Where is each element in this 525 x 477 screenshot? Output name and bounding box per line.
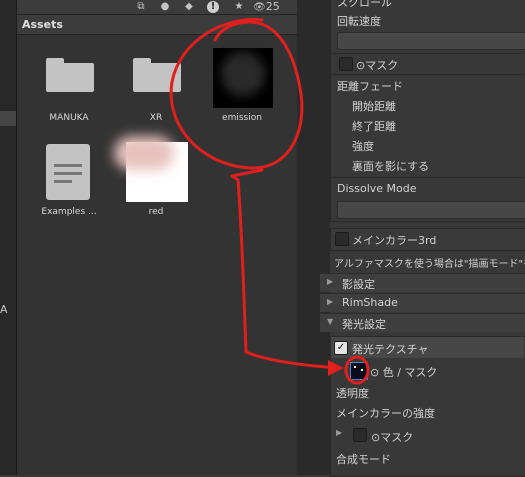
- annotation-circle: [169, 18, 304, 170]
- annotation-overlay: [169, 18, 370, 385]
- annotation-arrowhead: [328, 360, 344, 376]
- annotation-slot-circle: [344, 355, 370, 385]
- annotation-arrow-line: [230, 168, 342, 370]
